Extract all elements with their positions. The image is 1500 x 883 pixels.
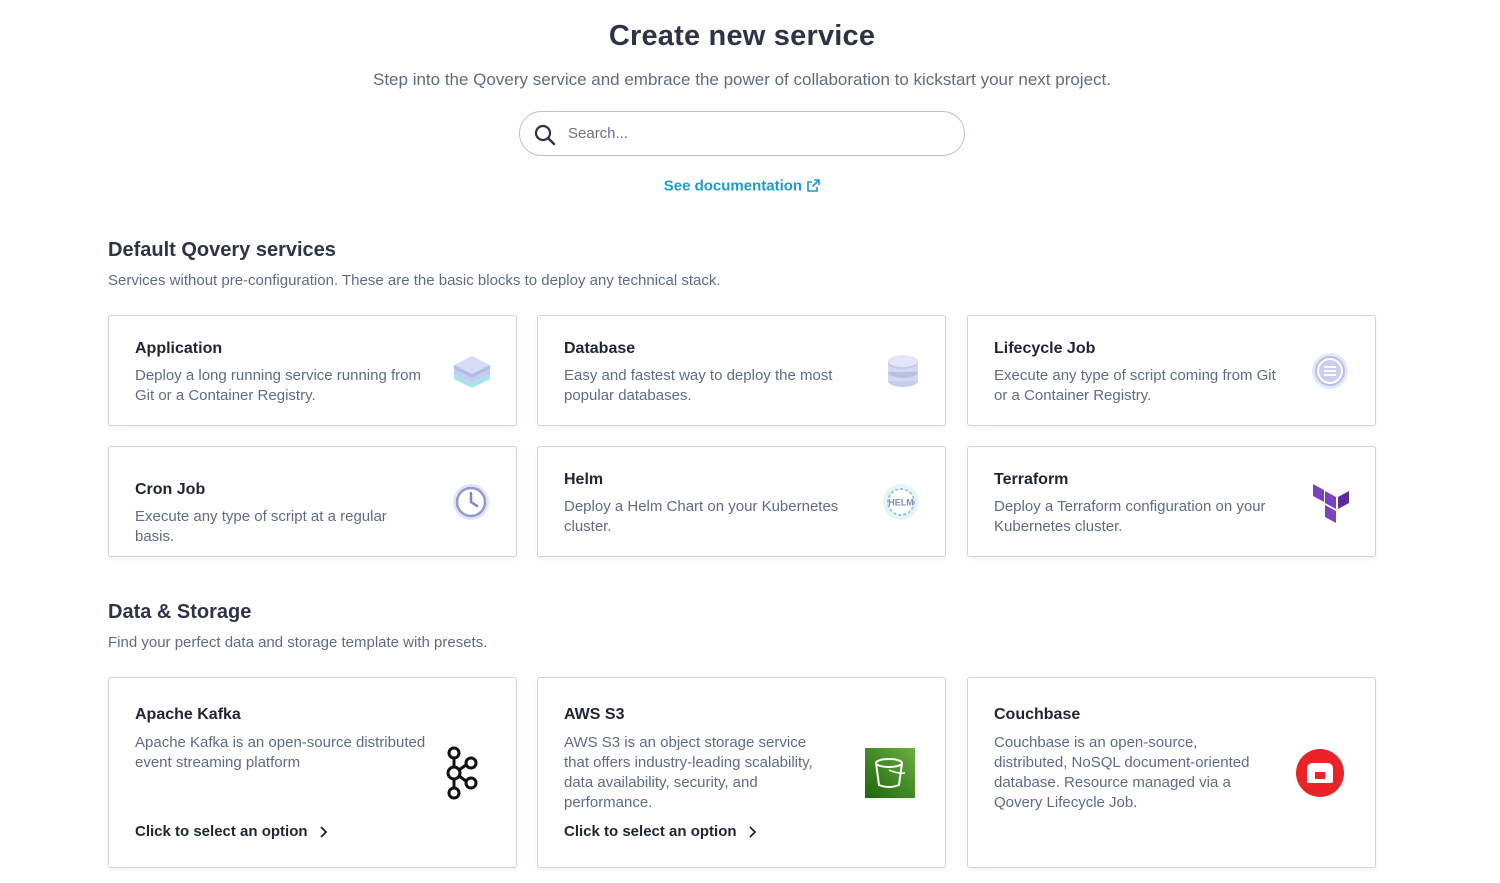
card-title: Apache Kafka: [135, 706, 241, 723]
card-description: Deploy a long running service running fr…: [135, 367, 421, 404]
card-description: Execute any type of script at a regular …: [135, 508, 387, 545]
page-subtitle: Step into the Qovery service and embrace…: [373, 70, 1111, 89]
card-description: Apache Kafka is an open-source distribut…: [135, 734, 426, 771]
service-card-apache-kafka[interactable]: Apache Kafka Apache Kafka is an open-sou…: [108, 677, 517, 868]
select-option-label: Click to select an option: [564, 823, 737, 840]
card-description: Deploy a Terraform configuration on your…: [994, 498, 1266, 535]
service-card-database[interactable]: Database Easy and fastest way to deploy …: [537, 315, 946, 426]
service-card-lifecycle-job[interactable]: Lifecycle Job Execute any type of script…: [967, 315, 1376, 426]
terraform-icon: [1313, 484, 1349, 523]
card-description: Deploy a Helm Chart on your Kubernetes c…: [564, 498, 839, 535]
search-input[interactable]: [568, 112, 948, 155]
service-card-cron-job[interactable]: Cron Job Execute any type of script at a…: [108, 446, 517, 557]
card-title: Database: [564, 340, 636, 357]
section-description-default-services: Services without pre-configuration. Thes…: [108, 272, 721, 289]
chevron-right-icon: [320, 826, 327, 838]
kafka-icon: [446, 746, 478, 800]
see-documentation-link[interactable]: See documentation: [0, 177, 1484, 195]
search-icon: [534, 124, 556, 146]
card-title: Helm: [564, 471, 604, 488]
service-card-aws-s3[interactable]: AWS S3 AWS S3 is an object storage servi…: [537, 677, 946, 868]
service-card-terraform[interactable]: Terraform Deploy a Terraform configurati…: [967, 446, 1376, 557]
page-title: Create new service: [608, 20, 876, 52]
database-icon: [888, 355, 918, 387]
card-title: Application: [135, 340, 223, 357]
select-option-button[interactable]: Click to select an option: [135, 823, 328, 840]
card-title: Terraform: [994, 471, 1069, 488]
helm-icon-label: HELM: [888, 498, 914, 508]
card-description: Easy and fastest way to deploy the most …: [564, 367, 833, 404]
section-title-default-services: Default Qovery services: [108, 239, 336, 261]
see-documentation-label: See documentation: [663, 177, 803, 195]
card-title: Cron Job: [135, 481, 206, 498]
helm-icon: HELM: [883, 484, 919, 520]
external-link-icon: [807, 179, 821, 192]
section-title-data-storage: Data & Storage: [108, 601, 252, 623]
card-description: Execute any type of script coming from G…: [994, 367, 1276, 404]
card-description: Couchbase is an open-source, distributed…: [994, 734, 1250, 811]
card-description: AWS S3 is an object storage service that…: [564, 734, 813, 811]
select-option-label: Click to select an option: [135, 823, 308, 840]
couchbase-icon: [1296, 749, 1344, 797]
card-title: AWS S3: [564, 706, 625, 723]
service-card-couchbase[interactable]: Couchbase Couchbase is an open-source, d…: [967, 677, 1376, 868]
search-box[interactable]: [519, 111, 965, 156]
card-title: Lifecycle Job: [994, 340, 1096, 357]
s3-bucket-icon: [865, 748, 915, 798]
lifecycle-job-icon: [1312, 353, 1348, 389]
service-card-helm[interactable]: Helm Deploy a Helm Chart on your Kuberne…: [537, 446, 946, 557]
section-description-data-storage: Find your perfect data and storage templ…: [108, 634, 488, 651]
layers-icon: [454, 356, 490, 388]
clock-icon: [453, 484, 489, 520]
select-option-button[interactable]: Click to select an option: [564, 823, 757, 840]
card-title: Couchbase: [994, 706, 1081, 723]
service-card-application[interactable]: Application Deploy a long running servic…: [108, 315, 517, 426]
chevron-right-icon: [749, 826, 756, 838]
